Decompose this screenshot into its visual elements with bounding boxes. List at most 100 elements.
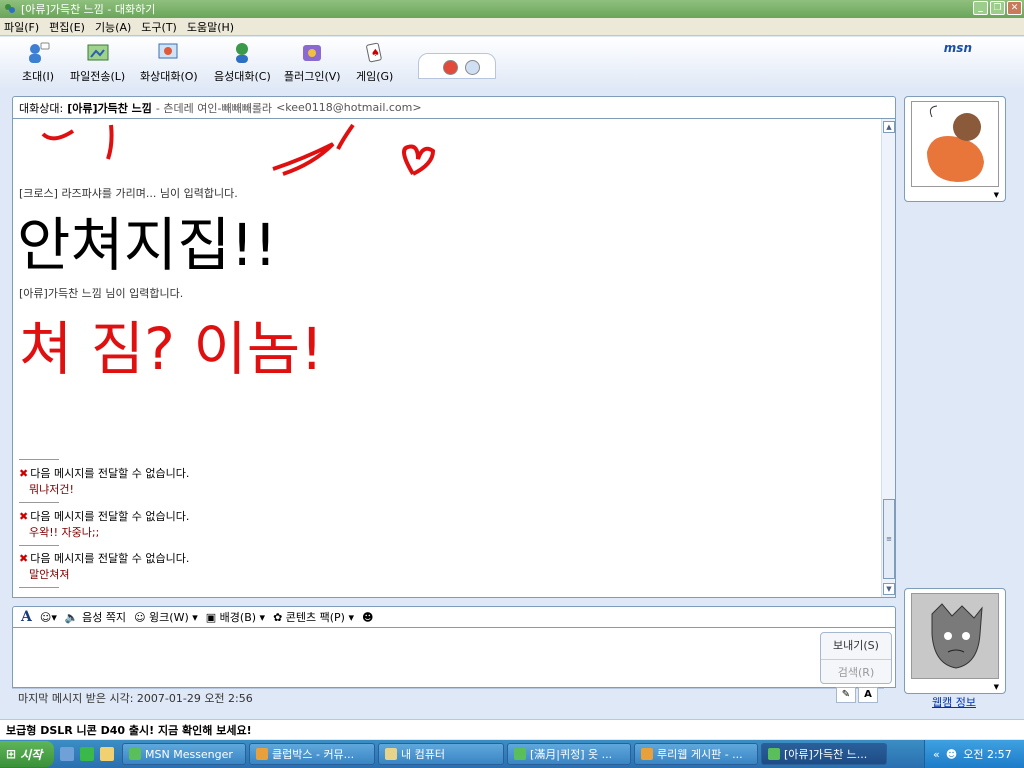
task-chat-1[interactable]: [滿月|퀴정] 옷 ... <box>507 743 631 765</box>
message-input[interactable] <box>12 628 896 688</box>
scroll-down-button[interactable]: ▼ <box>883 583 895 595</box>
contact-prefix: 대화상대: <box>19 101 64 115</box>
separator <box>19 459 59 460</box>
quick-launch <box>60 747 114 761</box>
game-button[interactable]: ♠ 게임(G) <box>356 41 393 84</box>
task-ruliweb[interactable]: 루리웹 게시판 - ... <box>634 743 758 765</box>
folder-icon <box>385 748 397 760</box>
desktop-icon[interactable] <box>60 747 74 761</box>
browser-icon <box>641 748 653 760</box>
expand-tray-icon[interactable]: « <box>933 748 940 761</box>
undelivered-notice: ✖ 다음 메시지를 전달할 수 없습니다. 말안쳐져 <box>19 550 189 582</box>
font-icon[interactable]: A <box>21 609 32 625</box>
webcam-info-link[interactable]: 웹캠 정보 <box>932 694 976 710</box>
handwriting-tab[interactable]: ✎ <box>836 687 856 703</box>
conversation-panel: 대화상대: [아류]가득찬 느낌 - 츤데레 여인-빼빼빼롤라 <kee0118… <box>12 96 896 692</box>
task-msn[interactable]: MSN Messenger <box>122 743 246 765</box>
invite-icon <box>29 42 50 63</box>
content-pack-button[interactable]: ✿ 콘텐츠 팩(P) ▾ <box>273 609 354 625</box>
undelivered-message: 말안쳐져 <box>29 568 70 581</box>
undelivered-notice-text: 다음 메시지를 전달할 수 없습니다. <box>30 510 190 523</box>
separator <box>19 545 59 546</box>
window-title: [아류]가득찬 느낌 - 대화하기 <box>21 3 156 16</box>
menu-file[interactable]: 파일(F) <box>4 19 39 35</box>
menu-edit[interactable]: 편집(E) <box>49 19 85 35</box>
avatar-menu-arrow[interactable]: ▼ <box>994 191 999 199</box>
plugin-icon <box>303 45 322 61</box>
ink-drawing-1: 안쳐지집!! <box>17 211 277 279</box>
undelivered-notice: ✖ 다음 메시지를 전달할 수 없습니다. 우왁!! 자중나;; <box>19 508 189 540</box>
invite-label: 초대(I) <box>22 70 55 83</box>
task-chat-active[interactable]: [아류]가득찬 느... <box>761 743 887 765</box>
task-clubbox[interactable]: 클럽박스 - 커뮤... <box>249 743 375 765</box>
text-tab[interactable]: A <box>858 687 878 703</box>
last-message-time: 마지막 메시지 받은 시각: 2007-01-29 오전 2:56 <box>18 691 253 705</box>
wink-button[interactable]: ☺ 윙크(W) ▾ <box>134 609 198 625</box>
format-bar: A ☺▾ 🔈 음성 쪽지 ☺ 윙크(W) ▾ ▣ 배경(B) ▾ ✿ 콘텐츠 팩… <box>12 606 896 628</box>
plugin-label: 플러그인(V) <box>284 70 341 83</box>
voice-clip-label: 음성 쪽지 <box>82 611 127 624</box>
voice-chat-button[interactable]: 음성대화(C) <box>214 41 271 84</box>
game-icon: ♠ <box>365 42 382 63</box>
voice-clip-button[interactable]: 🔈 음성 쪽지 <box>65 609 126 625</box>
folder-icon[interactable] <box>100 747 114 761</box>
msn-icon <box>5 4 15 13</box>
video-chat-button[interactable]: 화상대화(O) <box>140 41 198 84</box>
msn-icon <box>129 748 141 760</box>
video-chat-label: 화상대화(O) <box>140 70 198 83</box>
contact-bar: 대화상대: [아류]가득찬 느낌 - 츤데레 여인-빼빼빼롤라 <kee0118… <box>12 96 896 118</box>
messenger-status-icon[interactable]: ☻ <box>946 748 957 761</box>
ad-banner[interactable]: 보급형 DSLR 니콘 D40 출시! 지금 확인해 보세요! <box>0 719 1024 739</box>
my-avatar[interactable] <box>911 593 999 679</box>
ink-drawing-top <box>41 123 436 176</box>
scroll-thumb[interactable]: ≡ <box>883 499 895 579</box>
ink-text-1: 안쳐지집!! <box>17 211 277 279</box>
menu-actions[interactable]: 기능(A) <box>95 19 131 35</box>
scroll-up-button[interactable]: ▲ <box>883 121 895 133</box>
browser-icon <box>256 748 268 760</box>
paint-icon[interactable] <box>465 60 480 75</box>
avatar-image <box>912 594 998 678</box>
contact-avatar-box: ▼ <box>904 96 1006 202</box>
nudge-button[interactable]: ☻ <box>362 611 373 624</box>
undelivered-notice-text: 다음 메시지를 전달할 수 없습니다. <box>30 467 190 480</box>
contact-name: [아류]가득찬 느낌 <box>67 101 152 115</box>
task-my-computer[interactable]: 내 컴퓨터 <box>378 743 504 765</box>
ink-text-2: 쳐 짐? 이놈! <box>19 315 323 383</box>
block-icon[interactable] <box>443 60 458 75</box>
search-button[interactable]: 검색(R) <box>821 659 891 685</box>
chat-history[interactable]: [크로스] 라즈파샤를 가리며... 님이 입력합니다. 안쳐지집!! [아류]… <box>12 118 896 598</box>
invite-button[interactable]: 초대(I) <box>22 41 54 84</box>
emoticon-button[interactable]: ☺▾ <box>40 611 57 624</box>
wink-label: 윙크(W) <box>149 611 189 624</box>
avatar-menu-arrow[interactable]: ▼ <box>994 683 999 691</box>
task-label: [아류]가득찬 느... <box>784 748 868 761</box>
ink-toggle: ✎ A <box>836 687 880 703</box>
background-button[interactable]: ▣ 배경(B) ▾ <box>206 609 265 625</box>
start-label: 시작 <box>20 747 43 762</box>
my-avatar-box: ▼ <box>904 588 1006 694</box>
avatar-image <box>912 102 998 186</box>
menu-help[interactable]: 도움말(H) <box>187 19 234 35</box>
task-label: 루리웹 게시판 - ... <box>657 748 743 761</box>
contact-avatar[interactable] <box>911 101 999 187</box>
close-button[interactable]: ✕ <box>1007 1 1022 15</box>
undelivered-message: 우왁!! 자중나;; <box>29 526 100 539</box>
task-label: 내 컴퓨터 <box>401 748 445 761</box>
minimize-button[interactable]: _ <box>973 1 988 15</box>
menu-tools[interactable]: 도구(T) <box>141 19 177 35</box>
messenger-icon[interactable] <box>80 747 94 761</box>
task-label: [滿月|퀴정] 옷 ... <box>530 748 613 761</box>
msn-icon <box>514 748 526 760</box>
restore-button[interactable]: ❐ <box>990 1 1005 15</box>
chat-scrollbar[interactable]: ▲ ≡ ▼ <box>881 119 895 597</box>
plugin-button[interactable]: 플러그인(V) <box>284 41 341 84</box>
start-button[interactable]: ⊞ 시작 <box>0 741 54 767</box>
send-button[interactable]: 보내기(S) <box>821 633 891 659</box>
title-bar: [아류]가득찬 느낌 - 대화하기 _ ❐ ✕ <box>0 0 1024 18</box>
toolbar: 초대(I) 파일전송(L) 화상대화(O) 음성대화(C) 플러그인(V) ♠ … <box>0 37 1024 90</box>
separator <box>19 587 59 588</box>
menu-bar: 파일(F) 편집(E) 기능(A) 도구(T) 도움말(H) <box>0 18 1024 36</box>
file-transfer-button[interactable]: 파일전송(L) <box>70 41 125 84</box>
system-tray: « ☻ 오전 2:57 <box>924 740 1024 768</box>
